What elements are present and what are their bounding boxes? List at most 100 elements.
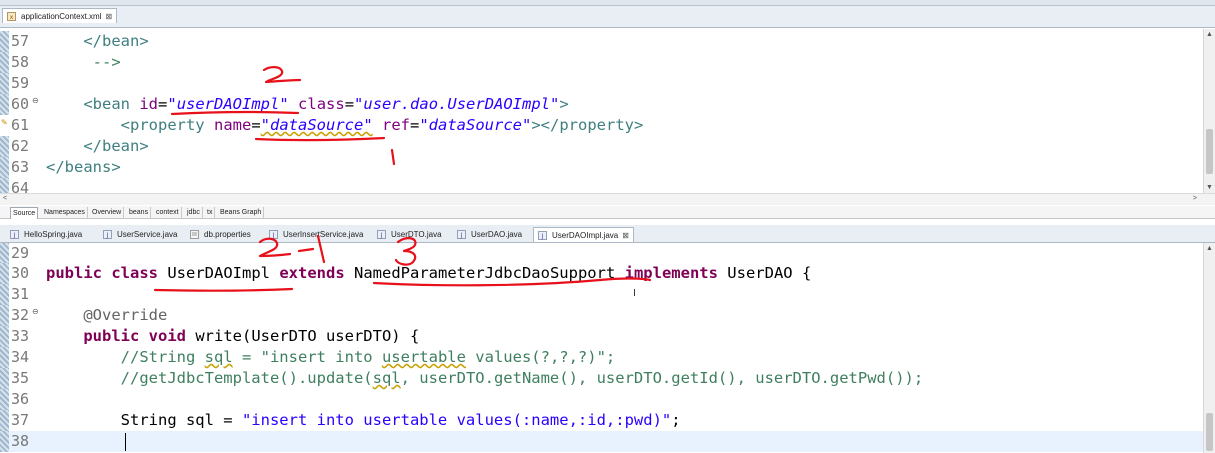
top-vertical-scrollbar[interactable]: ▲ ▼ — [1203, 29, 1215, 193]
code-text: public void write(UserDTO userDTO) { — [83, 327, 420, 345]
tab-userdto-java[interactable]: J UserDTO.java — [373, 227, 446, 242]
svg-text:J: J — [13, 232, 16, 239]
java-file-icon: J — [457, 230, 466, 239]
svg-text:J: J — [272, 232, 275, 239]
fold-icon[interactable]: ⊖ — [32, 307, 39, 316]
code-text: --> — [46, 53, 121, 71]
bottom-vertical-scrollbar[interactable]: ▲ — [1203, 243, 1215, 453]
code-text: public class UserDAOImpl extends NamedPa… — [46, 264, 812, 282]
code-line: 59 — [0, 73, 1203, 94]
code-line: 58 --> — [0, 52, 1203, 73]
tab-userservice-java[interactable]: J UserService.java — [99, 227, 181, 242]
scroll-up-icon[interactable]: ▲ — [1206, 31, 1213, 38]
svg-text:J: J — [380, 232, 383, 239]
tab-context[interactable]: context — [154, 207, 182, 218]
xml-file-icon: x — [7, 12, 16, 21]
line-number: 64 — [11, 179, 30, 193]
tab-label: UserDAO.java — [471, 230, 523, 239]
fold-icon[interactable]: ⊖ — [32, 96, 39, 105]
tab-userdaoimpl-java[interactable]: J UserDAOImpl.java ⊠ — [533, 227, 634, 242]
code-text: //getJdbcTemplate().update(sql, userDTO.… — [46, 369, 924, 387]
line-number: 36 — [11, 390, 30, 408]
java-file-icon: J — [103, 230, 112, 239]
line-number: 30 — [11, 264, 30, 282]
line-number: 35 — [11, 369, 30, 387]
scroll-thumb[interactable] — [1206, 413, 1213, 451]
code-line: 34 //String sql = "insert into usertable… — [0, 347, 1203, 368]
xml-editor-page-tabs: Source Namespaces Overview beans context… — [0, 206, 1215, 219]
code-line: 64 — [0, 178, 1203, 193]
svg-text:J: J — [106, 232, 109, 239]
code-line: 30 public class UserDAOImpl extends Name… — [0, 263, 1203, 284]
code-line: 62 </bean> — [0, 136, 1203, 157]
tab-label: UserService.java — [117, 230, 178, 239]
tab-userdao-java[interactable]: J UserDAO.java — [453, 227, 526, 242]
scroll-right-icon[interactable]: > — [1193, 195, 1197, 202]
java-file-icon: J — [377, 230, 386, 239]
java-file-icon: J — [538, 231, 547, 240]
tab-beans-graph[interactable]: Beans Graph — [218, 207, 265, 218]
code-line: 32 ⊖ @Override — [0, 305, 1203, 326]
code-text: </bean> — [83, 137, 149, 155]
line-number: 31 — [11, 285, 30, 303]
tab-label: HelloSpring.java — [24, 230, 83, 239]
code-text: @Override — [83, 306, 168, 324]
top-horizontal-scrollbar[interactable]: < > — [0, 193, 1215, 205]
properties-file-icon — [190, 230, 199, 239]
code-line: 33 public void write(UserDTO userDTO) { — [0, 326, 1203, 347]
tab-label: db.properties — [204, 230, 251, 239]
scroll-left-icon[interactable]: < — [3, 195, 7, 202]
code-text: <property name="dataSource" ref="dataSou… — [120, 116, 644, 134]
scroll-thumb[interactable] — [1206, 129, 1213, 174]
code-line: 29 — [0, 243, 1203, 264]
code-line: 36 — [0, 389, 1203, 410]
svg-text:x: x — [10, 14, 14, 21]
tab-beans[interactable]: beans — [127, 207, 152, 218]
code-text: <bean id="userDAOImpl" class="user.dao.U… — [83, 95, 569, 113]
tab-label: UserDAOImpl.java — [552, 231, 619, 240]
java-editor-tab-bar: J HelloSpring.java J UserService.java db… — [0, 225, 1215, 243]
line-number: 59 — [11, 74, 30, 92]
svg-text:J: J — [541, 233, 544, 240]
code-line: ✎ 61 <property name="dataSource" ref="da… — [0, 115, 1203, 136]
tab-label: UserInsertService.java — [283, 230, 364, 239]
line-number: 62 — [11, 137, 30, 155]
tab-hellospring-java[interactable]: J HelloSpring.java — [6, 227, 86, 242]
close-icon[interactable]: ⊠ — [622, 228, 629, 243]
line-number: 29 — [11, 244, 30, 262]
text-cursor — [125, 433, 126, 451]
tab-overview[interactable]: Overview — [90, 207, 125, 218]
line-number: 34 — [11, 348, 30, 366]
tab-jdbc[interactable]: jdbc — [185, 207, 203, 218]
line-number: 58 — [11, 53, 30, 71]
tab-applicationcontext-xml[interactable]: x applicationContext.xml ⊠ — [2, 8, 118, 24]
svg-text:J: J — [460, 232, 463, 239]
tab-label: applicationContext.xml — [21, 12, 102, 21]
code-text: </beans> — [46, 158, 121, 176]
tab-label: UserDTO.java — [391, 230, 442, 239]
xml-editor-area[interactable]: 57 </bean> 58 --> 59 60 ⊖ <bean id="user… — [0, 29, 1203, 193]
line-number: 38 — [11, 432, 30, 450]
line-number: 33 — [11, 327, 30, 345]
code-text: </bean> — [83, 32, 149, 50]
tab-tx[interactable]: tx — [205, 207, 216, 218]
code-line: 35 //getJdbcTemplate().update(sql, userD… — [0, 368, 1203, 389]
line-number: 37 — [11, 411, 30, 429]
tab-userinsertservice-java[interactable]: J UserInsertService.java — [265, 227, 367, 242]
current-code-line: 38 — [0, 431, 1203, 452]
code-line: 63 </beans> — [0, 157, 1203, 178]
java-editor-area[interactable]: 29 30 public class UserDAOImpl extends N… — [0, 243, 1203, 453]
code-line: 60 ⊖ <bean id="userDAOImpl" class="user.… — [0, 94, 1203, 115]
scroll-up-icon[interactable]: ▲ — [1206, 245, 1213, 252]
java-file-icon: J — [269, 230, 278, 239]
scroll-down-icon[interactable]: ▼ — [1206, 184, 1213, 191]
tab-db-properties[interactable]: db.properties — [186, 227, 255, 242]
tab-source[interactable]: Source — [10, 207, 39, 219]
close-icon[interactable]: ⊠ — [105, 9, 112, 24]
code-line: 37 String sql = "insert into usertable v… — [0, 410, 1203, 431]
code-text: String sql = "insert into usertable valu… — [46, 411, 681, 429]
tab-namespaces[interactable]: Namespaces — [42, 207, 88, 218]
line-number: 63 — [11, 158, 30, 176]
java-file-icon: J — [10, 230, 19, 239]
code-line: 31 — [0, 284, 1203, 305]
